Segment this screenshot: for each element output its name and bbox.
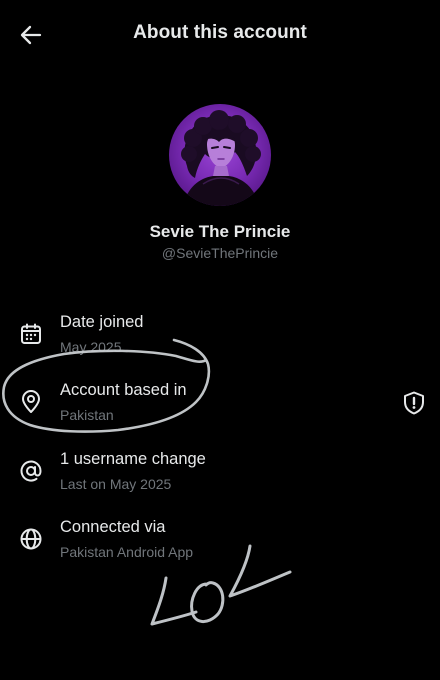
account-based-in-value: Pakistan bbox=[60, 407, 114, 423]
page-title: About this account bbox=[133, 22, 307, 43]
shield-alert-icon bbox=[404, 391, 424, 415]
username-change-value: Last on May 2025 bbox=[60, 476, 172, 492]
account-based-in-label: Account based in bbox=[60, 381, 187, 399]
username-change-row: 1 username change Last on May 2025 bbox=[0, 450, 440, 500]
connected-via-value: Pakistan Android App bbox=[60, 544, 194, 560]
shield-info-button[interactable] bbox=[401, 390, 427, 416]
location-pin-icon bbox=[18, 389, 44, 415]
calendar-icon bbox=[18, 321, 44, 347]
top-bar: About this account bbox=[0, 0, 440, 70]
connected-via-row: Connected via Pakistan Android App bbox=[0, 518, 440, 568]
connected-via-label: Connected via bbox=[60, 518, 166, 536]
date-joined-value: May 2025 bbox=[60, 339, 122, 355]
account-based-in-row: Account based in Pakistan bbox=[0, 381, 440, 431]
date-joined-label: Date joined bbox=[60, 313, 144, 331]
username-change-label: 1 username change bbox=[60, 450, 206, 468]
profile-handle: @SevieThePrincie bbox=[161, 245, 279, 261]
avatar-illustration bbox=[181, 110, 261, 206]
avatar[interactable] bbox=[169, 104, 271, 206]
date-joined-row: Date joined May 2025 bbox=[0, 313, 440, 363]
globe-icon bbox=[18, 526, 44, 552]
profile-name: Sevie The Princie bbox=[149, 222, 291, 241]
at-sign-icon bbox=[18, 458, 44, 484]
